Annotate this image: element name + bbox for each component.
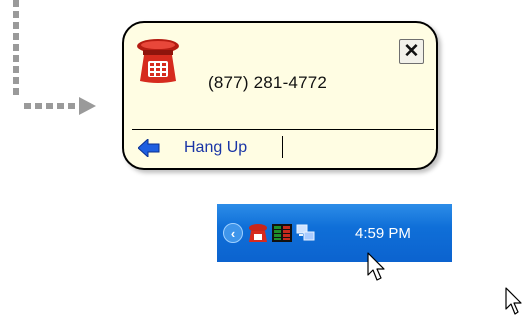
show-hidden-icons-button[interactable]: ‹ xyxy=(223,223,243,243)
call-notification-popup: (877) 281-4772 ✕ Hang Up xyxy=(122,21,438,170)
mouse-pointer-icon xyxy=(505,287,522,315)
network-activity-icon[interactable] xyxy=(272,223,292,243)
red-telephone-icon[interactable] xyxy=(248,223,268,243)
system-tray: ‹ 4:59 PM xyxy=(217,204,452,281)
action-separator xyxy=(282,136,283,158)
back-arrow-icon xyxy=(138,139,160,157)
hang-up-button[interactable]: Hang Up xyxy=(138,136,418,160)
network-connections-icon[interactable] xyxy=(296,223,316,243)
hang-up-label[interactable]: Hang Up xyxy=(184,139,247,157)
caller-phone-number: (877) 281-4772 xyxy=(208,73,328,92)
close-button[interactable]: ✕ xyxy=(399,39,424,64)
chevron-left-icon: ‹ xyxy=(230,225,236,241)
red-telephone-icon xyxy=(137,39,179,83)
mouse-pointer-icon xyxy=(367,252,385,281)
popup-divider xyxy=(132,129,434,130)
taskbar-clock[interactable]: 4:59 PM xyxy=(355,225,411,242)
